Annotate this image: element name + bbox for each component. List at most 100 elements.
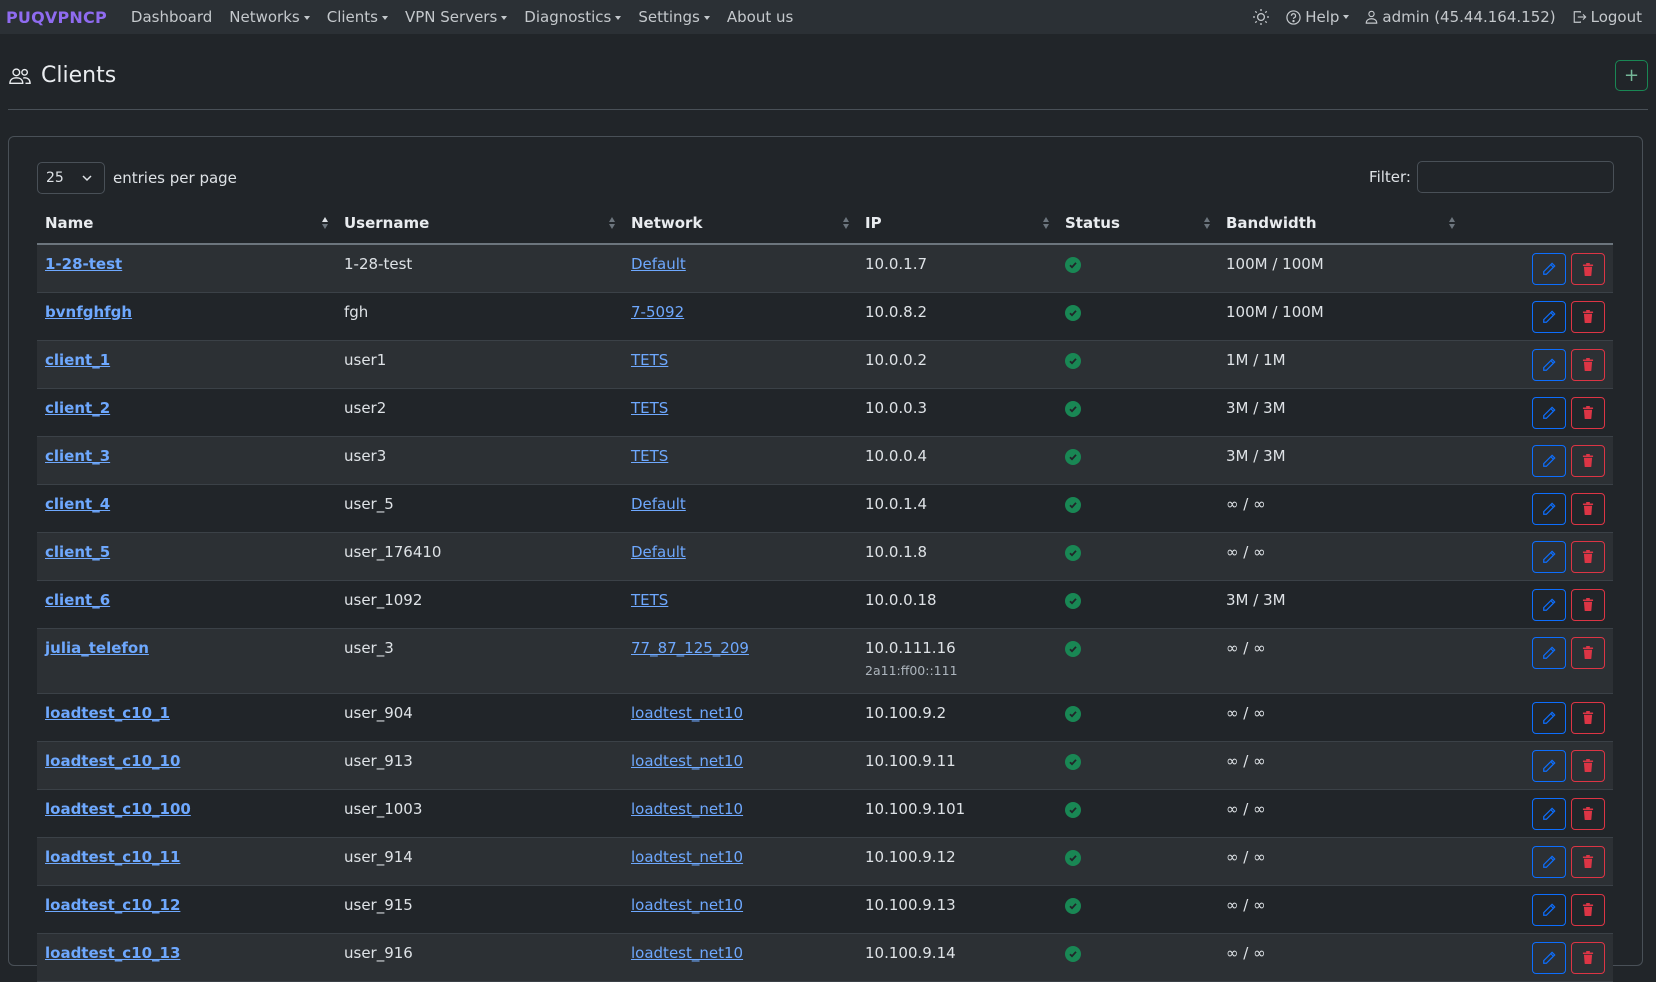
delete-button[interactable] bbox=[1571, 540, 1605, 573]
network-link[interactable]: 77_87_125_209 bbox=[631, 639, 749, 657]
edit-button[interactable] bbox=[1532, 636, 1566, 669]
client-name-link[interactable]: bvnfghfgh bbox=[45, 303, 132, 321]
cell-name: client_2 bbox=[37, 388, 336, 437]
cell-bandwidth: ∞ / ∞ bbox=[1218, 628, 1463, 694]
column-header-bandwidth[interactable]: Bandwidth bbox=[1218, 203, 1463, 245]
network-link[interactable]: loadtest_net10 bbox=[631, 704, 743, 722]
client-name-link[interactable]: client_5 bbox=[45, 543, 110, 561]
delete-button[interactable] bbox=[1571, 636, 1605, 669]
client-name-link[interactable]: client_3 bbox=[45, 447, 110, 465]
client-name-link[interactable]: 1-28-test bbox=[45, 255, 122, 273]
edit-button[interactable] bbox=[1532, 444, 1566, 477]
delete-button[interactable] bbox=[1571, 845, 1605, 878]
network-link[interactable]: TETS bbox=[631, 351, 668, 369]
edit-button[interactable] bbox=[1532, 749, 1566, 782]
cell-actions bbox=[1463, 340, 1613, 389]
client-name-link[interactable]: client_6 bbox=[45, 591, 110, 609]
edit-button[interactable] bbox=[1532, 492, 1566, 525]
cell-network: Default bbox=[623, 244, 857, 293]
client-name-link[interactable]: client_1 bbox=[45, 351, 110, 369]
delete-button[interactable] bbox=[1571, 941, 1605, 974]
edit-button[interactable] bbox=[1532, 797, 1566, 830]
entries-per-page: 25 entries per page bbox=[37, 162, 237, 194]
nav-clients-dropdown[interactable]: Clients bbox=[327, 8, 388, 26]
delete-button[interactable] bbox=[1571, 701, 1605, 734]
network-link[interactable]: TETS bbox=[631, 447, 668, 465]
pencil-icon bbox=[1543, 645, 1556, 659]
client-name-link[interactable]: julia_telefon bbox=[45, 639, 149, 657]
edit-button[interactable] bbox=[1532, 941, 1566, 974]
delete-button[interactable] bbox=[1571, 348, 1605, 381]
add-client-button[interactable]: + bbox=[1615, 60, 1648, 91]
network-link[interactable]: loadtest_net10 bbox=[631, 800, 743, 818]
pencil-icon bbox=[1543, 309, 1556, 323]
column-header-status[interactable]: Status bbox=[1057, 203, 1218, 245]
edit-button[interactable] bbox=[1532, 348, 1566, 381]
cell-username: user3 bbox=[336, 436, 623, 485]
nav-diagnostics-dropdown[interactable]: Diagnostics bbox=[524, 8, 622, 26]
user-menu[interactable]: admin (45.44.164.152) bbox=[1365, 8, 1556, 26]
client-name-link[interactable]: loadtest_c10_11 bbox=[45, 848, 180, 866]
delete-button[interactable] bbox=[1571, 588, 1605, 621]
network-link[interactable]: Default bbox=[631, 495, 686, 513]
client-name-link[interactable]: loadtest_c10_1 bbox=[45, 704, 170, 722]
column-header-name[interactable]: Name bbox=[37, 203, 336, 245]
edit-button[interactable] bbox=[1532, 893, 1566, 926]
delete-button[interactable] bbox=[1571, 300, 1605, 333]
network-link[interactable]: loadtest_net10 bbox=[631, 752, 743, 770]
check-circle-icon bbox=[1065, 257, 1081, 273]
delete-button[interactable] bbox=[1571, 396, 1605, 429]
cell-network: TETS bbox=[623, 340, 857, 389]
nav-about-us[interactable]: About us bbox=[727, 8, 793, 26]
client-name-link[interactable]: loadtest_c10_12 bbox=[45, 896, 180, 914]
delete-button[interactable] bbox=[1571, 893, 1605, 926]
network-link[interactable]: Default bbox=[631, 543, 686, 561]
network-link[interactable]: loadtest_net10 bbox=[631, 848, 743, 866]
network-link[interactable]: loadtest_net10 bbox=[631, 944, 743, 962]
delete-button[interactable] bbox=[1571, 444, 1605, 477]
client-name-link[interactable]: loadtest_c10_100 bbox=[45, 800, 191, 818]
nav-networks-dropdown[interactable]: Networks bbox=[229, 8, 310, 26]
cell-bandwidth: 100M / 100M bbox=[1218, 244, 1463, 293]
filter-input[interactable] bbox=[1417, 161, 1614, 193]
client-name-link[interactable]: client_4 bbox=[45, 495, 110, 513]
help-dropdown[interactable]: Help bbox=[1286, 8, 1350, 26]
column-header-ip[interactable]: IP bbox=[857, 203, 1057, 245]
network-link[interactable]: TETS bbox=[631, 591, 668, 609]
network-link[interactable]: TETS bbox=[631, 399, 668, 417]
client-name-link[interactable]: client_2 bbox=[45, 399, 110, 417]
ip-address: 10.0.111.16 bbox=[865, 638, 956, 657]
client-name-link[interactable]: loadtest_c10_13 bbox=[45, 944, 180, 962]
nav-settings-dropdown[interactable]: Settings bbox=[638, 8, 710, 26]
cell-username: user2 bbox=[336, 388, 623, 437]
logout-link[interactable]: Logout bbox=[1572, 8, 1642, 26]
delete-button[interactable] bbox=[1571, 492, 1605, 525]
nav-vpn-servers-dropdown[interactable]: VPN Servers bbox=[405, 8, 508, 26]
brand-logo[interactable]: PUQVPNCP bbox=[6, 8, 107, 27]
delete-button[interactable] bbox=[1571, 749, 1605, 782]
column-header-network[interactable]: Network bbox=[623, 203, 857, 245]
edit-button[interactable] bbox=[1532, 396, 1566, 429]
edit-button[interactable] bbox=[1532, 540, 1566, 573]
theme-toggle-button[interactable] bbox=[1252, 8, 1270, 26]
edit-button[interactable] bbox=[1532, 588, 1566, 621]
delete-button[interactable] bbox=[1571, 797, 1605, 830]
table-row: loadtest_c10_11 user_914 loadtest_net10 10.… bbox=[37, 837, 1613, 886]
cell-name: loadtest_c10_12 bbox=[37, 885, 336, 934]
edit-button[interactable] bbox=[1532, 300, 1566, 333]
entries-per-page-select[interactable]: 25 bbox=[37, 162, 105, 194]
nav-dashboard[interactable]: Dashboard bbox=[131, 8, 212, 26]
edit-button[interactable] bbox=[1532, 701, 1566, 734]
check-circle-icon bbox=[1065, 496, 1081, 513]
network-link[interactable]: Default bbox=[631, 255, 686, 273]
client-name-link[interactable]: loadtest_c10_10 bbox=[45, 752, 180, 770]
pencil-icon bbox=[1543, 710, 1556, 724]
cell-status bbox=[1057, 436, 1218, 485]
column-header-username[interactable]: Username bbox=[336, 203, 623, 245]
delete-button[interactable] bbox=[1571, 253, 1605, 285]
edit-button[interactable] bbox=[1532, 253, 1566, 285]
network-link[interactable]: loadtest_net10 bbox=[631, 896, 743, 914]
edit-button[interactable] bbox=[1532, 845, 1566, 878]
ip-address: 10.100.9.2 bbox=[865, 703, 947, 722]
network-link[interactable]: 7-5092 bbox=[631, 303, 684, 321]
